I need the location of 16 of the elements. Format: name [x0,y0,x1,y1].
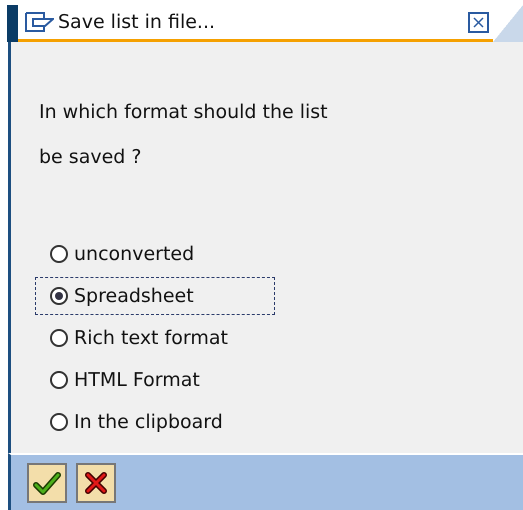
prompt-text: be saved ? [39,145,142,170]
checkmark-icon [33,470,61,494]
format-radio-option[interactable]: HTML Format [35,361,275,399]
format-radio-option[interactable]: unconverted [35,235,275,273]
prompt-text: In which format should the list [39,100,329,125]
window-title: Save list in file... [58,11,216,33]
format-radio-option[interactable]: In the clipboard [35,403,275,441]
window-icon [24,11,54,33]
confirm-button[interactable] [27,462,67,502]
format-radio-option[interactable]: Rich text format [35,319,275,357]
close-button[interactable] [468,12,489,32]
close-icon [473,16,484,28]
format-radio-option[interactable]: Spreadsheet [35,277,275,315]
title-bar-accent [7,5,18,42]
x-icon [84,470,108,494]
cancel-button[interactable] [76,462,116,502]
